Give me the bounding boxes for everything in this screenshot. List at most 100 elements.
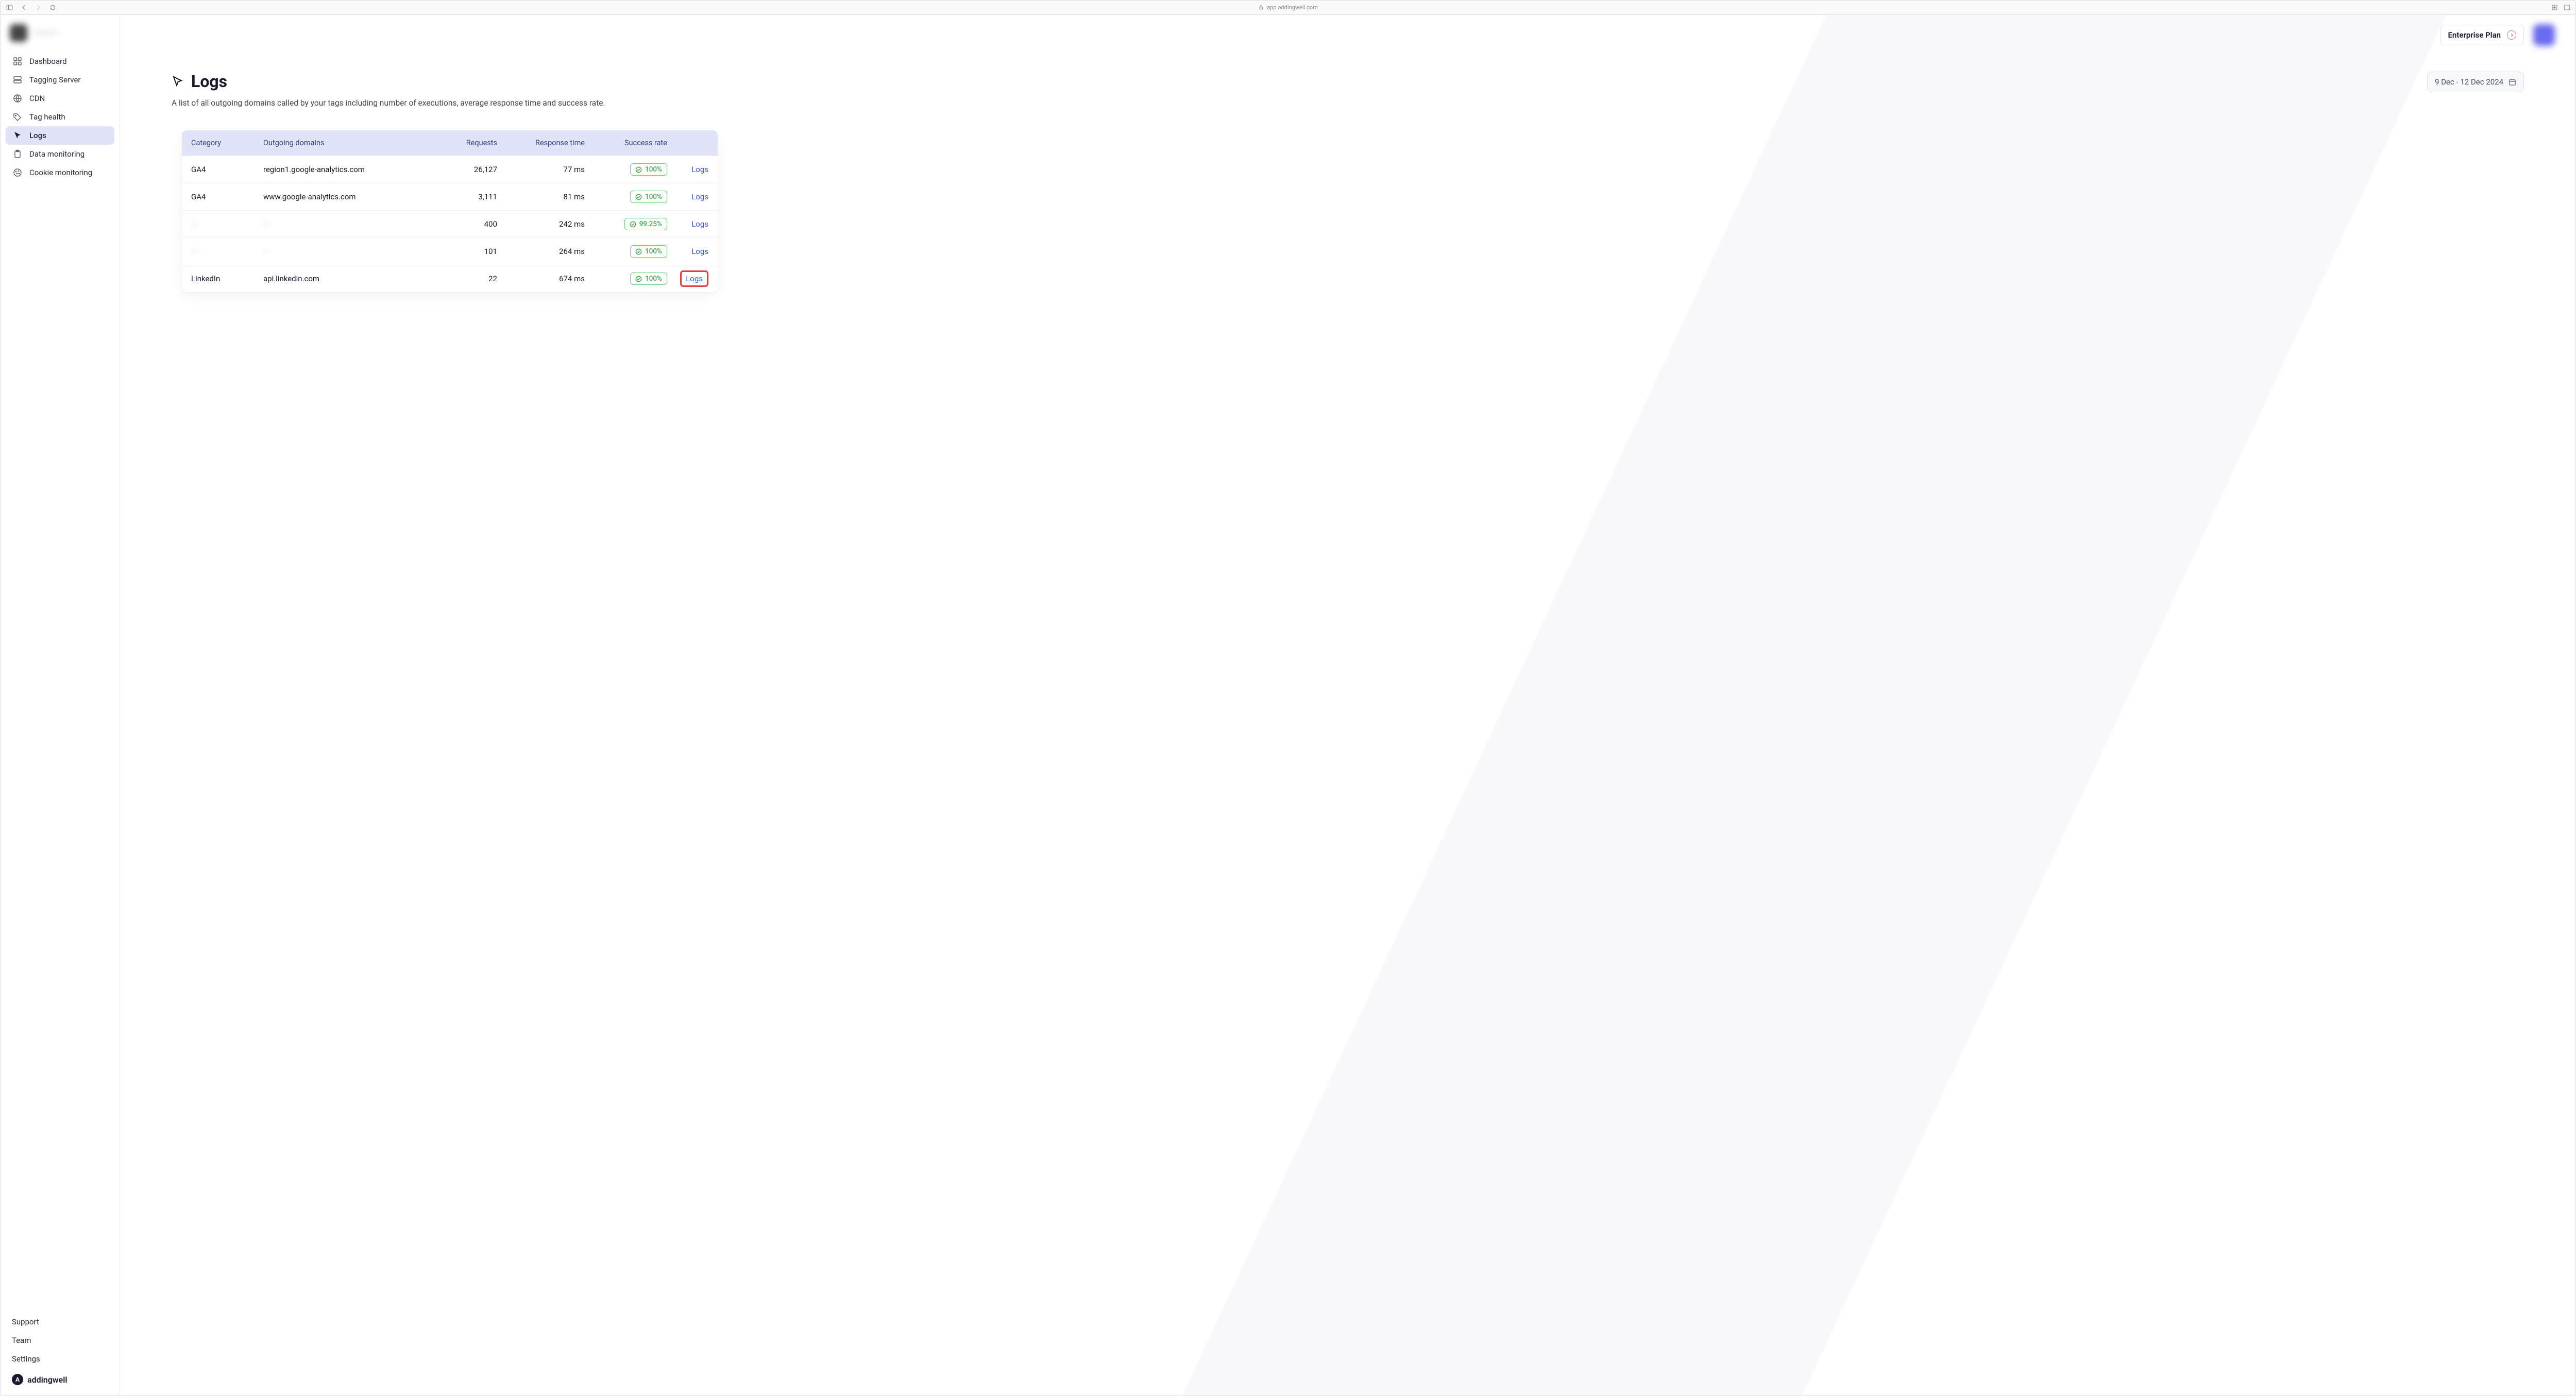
col-response: Response time [497,139,585,147]
table-row: LinkedInapi.linkedin.com22674 ms100%Logs [182,265,718,292]
table-row: GA4region1.google-analytics.com26,12777 … [182,156,718,183]
cell-response: 77 ms [497,165,585,174]
cell-action: Logs [667,247,708,256]
table-row: ——400242 ms99.25%Logs [182,210,718,237]
page-header: Logs 9 Dec - 12 Dec 2024 [172,72,2524,92]
settings-link[interactable]: Settings [12,1354,108,1364]
col-success: Success rate [585,139,667,147]
logs-link[interactable]: Logs [691,165,708,174]
cell-action: Logs [667,219,708,229]
logs-table: Category Outgoing domains Requests Respo… [182,130,718,292]
logs-link[interactable]: Logs [680,270,708,287]
logs-link[interactable]: Logs [691,219,708,229]
col-domain: Outgoing domains [263,139,425,147]
tabs-icon[interactable] [2563,4,2570,11]
cursor-icon [172,75,184,88]
cell-requests: 26,127 [425,165,497,174]
cell-category: — [191,219,263,229]
reload-icon[interactable] [49,4,56,11]
globe-icon [13,94,22,103]
arrow-right-circle-icon [2507,30,2516,40]
cell-action: Logs [667,274,708,283]
address-bar[interactable]: app.addingwell.com [1258,4,1318,11]
support-link[interactable]: Support [12,1317,108,1326]
sidebar-item-logs[interactable]: Logs [6,126,114,145]
cell-response: 674 ms [497,274,585,283]
check-circle-icon [630,221,636,228]
brand-logo-icon: A [12,1374,23,1385]
primary-nav: Dashboard Tagging Server CDN Tag health … [1,49,120,185]
cell-domain: — [263,247,425,256]
cell-category: GA4 [191,165,263,174]
team-link[interactable]: Team [12,1336,108,1345]
cell-category: GA4 [191,192,263,201]
cell-success: 100% [585,273,667,285]
logs-link[interactable]: Logs [691,247,708,256]
date-range-text: 9 Dec - 12 Dec 2024 [2435,77,2503,87]
lock-icon [1258,5,1264,10]
sidebar-item-cookie-monitoring[interactable]: Cookie monitoring [6,163,114,182]
sidebar-item-tagging-server[interactable]: Tagging Server [6,71,114,89]
sidebar: ——— · Dashboard Tagging Server CDN Tag [1,15,120,1395]
sidebar-item-cdn[interactable]: CDN [6,89,114,108]
cell-action: Logs [667,165,708,174]
col-requests: Requests [425,139,497,147]
cell-domain: — [263,219,425,229]
share-icon[interactable] [2551,4,2558,11]
cell-requests: 22 [425,274,497,283]
cell-domain: region1.google-analytics.com [263,165,425,174]
cell-requests: 3,111 [425,192,497,201]
plan-chip[interactable]: Enterprise Plan [2440,25,2524,45]
cell-response: 242 ms [497,219,585,229]
col-category: Category [191,139,263,147]
calendar-icon [2509,78,2516,86]
cell-response: 81 ms [497,192,585,201]
grid-icon [13,57,22,66]
sidebar-item-data-monitoring[interactable]: Data monitoring [6,145,114,163]
cell-domain: api.linkedin.com [263,274,425,283]
logs-link[interactable]: Logs [691,192,708,201]
cell-category: LinkedIn [191,274,263,283]
table-row: GA4www.google-analytics.com3,11181 ms100… [182,183,718,210]
page-title: Logs [191,72,227,91]
sidebar-item-label: Logs [29,131,46,140]
cursor-icon [13,131,22,140]
cell-success: 100% [585,245,667,258]
sidebar-item-label: Cookie monitoring [29,168,92,177]
sidebar-item-label: Data monitoring [29,149,84,159]
user-avatar[interactable] [2533,24,2555,46]
back-icon[interactable] [20,4,27,11]
clipboard-icon [13,149,22,159]
cell-success: 100% [585,191,667,203]
check-circle-icon [635,194,642,200]
cookie-icon [13,168,22,177]
table-row: ——101264 ms100%Logs [182,237,718,265]
browser-toolbar: app.addingwell.com [1,1,2575,15]
sidebar-footer-links: Support Team Settings [1,1317,120,1367]
sidebar-item-label: CDN [29,94,45,103]
workspace-switcher[interactable]: ——— · [1,21,120,49]
sidebar-item-label: Dashboard [29,57,67,66]
sidebar-item-dashboard[interactable]: Dashboard [6,52,114,71]
plan-label: Enterprise Plan [2448,30,2501,40]
date-range-picker[interactable]: 9 Dec - 12 Dec 2024 [2427,72,2524,92]
cell-category: — [191,247,263,256]
cell-success: 99.25% [585,218,667,230]
tag-icon [13,112,22,122]
sidebar-toggle-icon[interactable] [6,4,13,11]
sidebar-item-tag-health[interactable]: Tag health [6,108,114,126]
url-text: app.addingwell.com [1267,4,1318,11]
brand-name: addingwell [27,1375,67,1385]
server-icon [13,75,22,84]
check-circle-icon [635,276,642,282]
main-content: Enterprise Plan Logs 9 Dec - 12 Dec 2024 [120,15,2575,1395]
app-shell: ——— · Dashboard Tagging Server CDN Tag [1,15,2575,1395]
sidebar-item-label: Tag health [29,112,65,122]
browser-window: app.addingwell.com ——— · Dashboard Taggi… [0,0,2576,1396]
cell-requests: 101 [425,247,497,256]
page-subtitle: A list of all outgoing domains called by… [172,98,2524,108]
cell-domain: www.google-analytics.com [263,192,425,201]
topbar: Enterprise Plan [141,24,2555,46]
col-action [667,139,708,147]
forward-icon[interactable] [35,4,42,11]
